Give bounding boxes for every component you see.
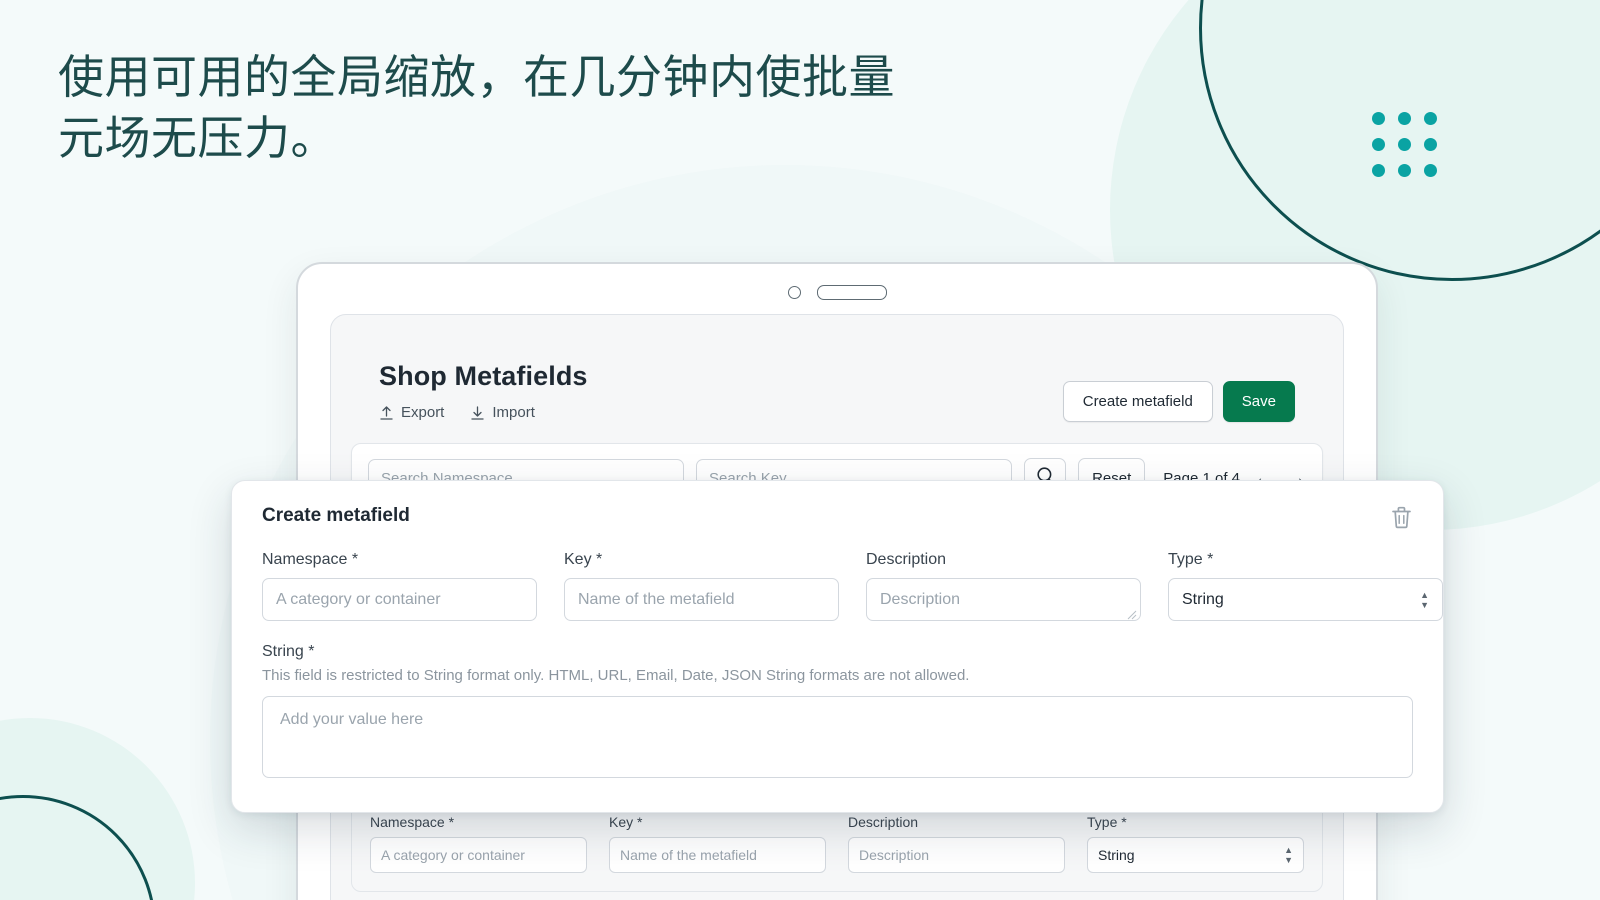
background-label-type: Type * [1087,814,1127,830]
description-input[interactable]: Description [866,578,1141,621]
modal-label-namespace: Namespace * [262,551,359,568]
background-input-key[interactable]: Name of the metafield [609,837,826,873]
modal-field-description: Description Description [866,551,1141,621]
background-card-fields: Namespace * A category or container Key … [370,814,1304,873]
decorative-circle-bottom-left-fill [0,718,195,900]
create-metafield-modal: Create metafield Namespace * A category … [231,480,1444,813]
background-select-type[interactable]: String ▲ ▼ [1087,837,1304,873]
background-input-description[interactable]: Description [848,837,1065,873]
upload-arrow-icon [379,405,394,421]
background-label-description: Description [848,814,919,830]
page-title: 使用可用的全局缩放，在几分钟内使批量 元场无压力。 [58,51,895,164]
value-section-label: String * [262,643,315,660]
chevron-updown-icon: ▲ ▼ [1420,589,1429,610]
value-textarea[interactable]: Add your value here [262,696,1413,778]
import-label: Import [492,404,535,421]
save-button[interactable]: Save [1222,381,1295,422]
export-label: Export [401,404,445,421]
key-input[interactable]: Name of the metafield [564,578,839,621]
modal-label-description: Description [866,551,947,568]
modal-header: Create metafield [262,505,1413,535]
create-metafield-button[interactable]: Create metafield [1062,381,1213,422]
type-select-value: String [1182,590,1224,608]
modal-field-type: Type * String ▲ ▼ [1168,551,1443,621]
resize-grip-icon[interactable] [1127,607,1137,620]
import-button[interactable]: Import [470,404,535,421]
download-arrow-icon [470,405,485,421]
background-select-type-value: String [1098,847,1135,863]
background-field-key: Key * Name of the metafield [609,814,826,873]
namespace-input[interactable]: A category or container [262,578,537,621]
type-select[interactable]: String ▲ ▼ [1168,578,1443,621]
device-top-bezel [298,283,1376,301]
trash-icon[interactable] [1390,505,1413,535]
background-label-key: Key * [609,814,643,830]
modal-label-type: Type * [1168,551,1214,568]
value-section: String * This field is restricted to Str… [262,643,1413,778]
modal-field-key: Key * Name of the metafield [564,551,839,621]
decorative-circle-bottom-left-outline [0,795,156,900]
background-field-namespace: Namespace * A category or container [370,814,587,873]
background-label-namespace: Namespace * [370,814,455,830]
chevron-updown-icon: ▲ ▼ [1284,845,1293,865]
background-field-description: Description Description [848,814,1065,873]
app-header: Shop Metafields Export Import Create met… [331,315,1343,422]
speaker-grill-icon [816,284,887,300]
modal-fields: Namespace * A category or container Key … [262,551,1443,621]
modal-field-namespace: Namespace * A category or container [262,551,537,621]
description-placeholder: Description [880,590,961,608]
modal-label-key: Key * [564,551,603,568]
value-section-help-text: This field is restricted to String forma… [262,667,970,684]
export-button[interactable]: Export [379,404,444,421]
background-input-namespace[interactable]: A category or container [370,837,587,873]
background-field-type: Type * String ▲ ▼ [1087,814,1304,873]
decorative-circle-top-right-outline [1199,0,1600,281]
page-root: 使用可用的全局缩放，在几分钟内使批量 元场无压力。 Shop Metafield… [0,0,1600,900]
modal-title: Create metafield [262,505,410,526]
app-header-buttons: Create metafield Save [1062,381,1295,422]
decorative-dot-grid-icon [1372,112,1437,177]
camera-dot-icon [787,285,801,299]
